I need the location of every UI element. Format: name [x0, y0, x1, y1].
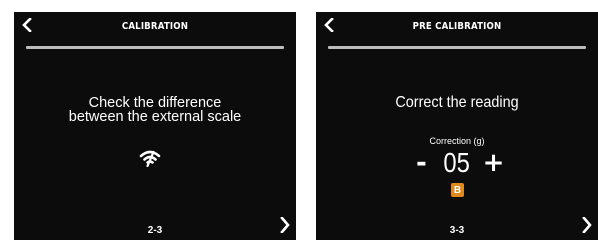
- screen-title: PRE CALIBRATION: [412, 21, 502, 32]
- instruction-text: Check the difference between the externa…: [14, 95, 296, 125]
- increment-button[interactable]: +: [483, 150, 505, 176]
- instruction-line-2: between the external scale: [68, 109, 242, 125]
- decrement-button[interactable]: -: [411, 150, 431, 176]
- chevron-left-icon: [22, 18, 32, 32]
- next-button[interactable]: [276, 215, 294, 235]
- confirm-badge[interactable]: B: [451, 183, 464, 197]
- divider: [328, 46, 586, 49]
- correction-value: 05: [443, 147, 471, 178]
- calibration-screen: CALIBRATION Check the difference between…: [14, 12, 296, 240]
- instruction-heading: Correct the reading: [395, 94, 519, 111]
- correction-stepper: - 05 +: [316, 146, 598, 180]
- correction-label: Correction (g): [429, 136, 485, 146]
- divider: [26, 46, 284, 49]
- instruction-line-1: Check the difference: [88, 95, 222, 111]
- page-indicator: 3-3: [449, 225, 465, 236]
- chevron-left-icon: [324, 18, 334, 32]
- wifi-icon: [139, 150, 161, 167]
- screen-title: CALIBRATION: [121, 21, 189, 32]
- next-button[interactable]: [578, 215, 596, 235]
- pre-calibration-screen: PRE CALIBRATION Correct the reading Corr…: [316, 12, 598, 240]
- page-indicator: 2-3: [147, 225, 163, 236]
- chevron-right-icon: [280, 217, 290, 233]
- chevron-right-icon: [582, 217, 592, 233]
